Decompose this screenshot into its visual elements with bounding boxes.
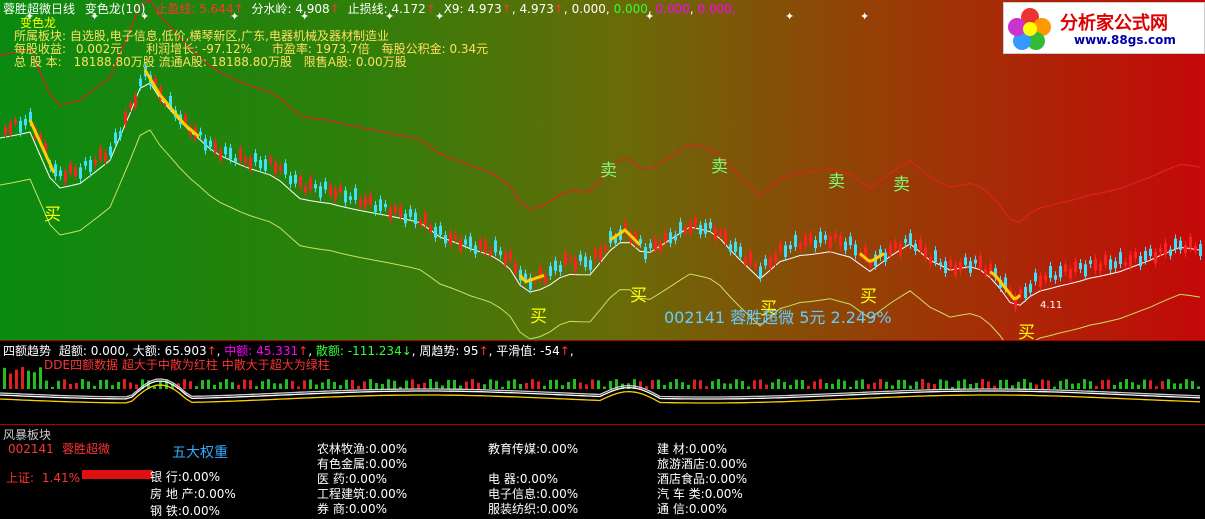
sector-name: 房 地 产: (150, 487, 198, 501)
index-info: 上证: 1.41% (6, 469, 80, 486)
site-logo: 分析家公式网 www.88gs.com (1003, 2, 1205, 54)
svg-text:✦: ✦ (785, 10, 794, 23)
sector-name: 电 器: (488, 472, 520, 486)
buy-signal: 买 (44, 205, 61, 225)
sector-item[interactable]: 银 行:0.00% (150, 468, 220, 485)
sector-name: 通 信: (657, 502, 689, 516)
sector-name: 工程建筑: (317, 487, 370, 501)
sector-name: 券 商: (317, 502, 349, 516)
fenshuiling-value: 4.908 (295, 2, 330, 16)
x9-label: X9: (443, 2, 464, 16)
main-chart-panel[interactable]: ✦ ✦ ✦ ✦ ✦ ✦ ✦ ✦ ✦ ✦ 蓉胜超微日线 变色龙(10) 止盈线: 5.644↑ 分水… (0, 0, 1205, 343)
svg-text:✦: ✦ (860, 10, 869, 23)
sell-signal: 卖 (600, 161, 617, 181)
sector-change: 0.00% (709, 457, 748, 471)
sector-change: 0.00% (540, 502, 579, 516)
index-label: 上证: (6, 471, 35, 485)
sector-name: 农林牧渔: (317, 442, 370, 456)
weight-heading: 五大权重 (172, 445, 228, 461)
indicator-name[interactable]: 变色龙(10) (85, 2, 146, 16)
sector-name: 服装纺织: (488, 502, 541, 516)
stock-name: 蓉胜超微 (62, 442, 111, 456)
total-shares-label: 总 股 本: (14, 55, 62, 69)
zqs-label: 周趋势: (419, 344, 460, 358)
sector-change: 0.00% (369, 457, 408, 471)
reserve-value: 0.34元 (449, 42, 489, 56)
chart-header: 蓉胜超微日线 变色龙(10) 止盈线: 5.644↑ 分水岭: 4.908↑ 止… (3, 2, 736, 16)
float-shares-value: 18188.80万股 (210, 55, 292, 69)
sector-name: 银 行: (150, 470, 182, 484)
header-value-4: 0.000 (655, 2, 690, 16)
header-value-2: 0.000 (571, 2, 606, 16)
low-price-label: 4.11 (1040, 300, 1063, 311)
zhiying-value: 5.644 (199, 2, 234, 16)
header-value-1: 4.973 (519, 2, 554, 16)
shares-info: 总 股 本: 18188.80万股 流通A股: 18188.80万股 限售A股:… (14, 53, 407, 70)
sector-change: 0.00% (688, 442, 727, 456)
fenshuiling-label: 分水岭: (251, 2, 292, 16)
sector-name: 汽 车 类: (657, 487, 705, 501)
zqs-value: 95 (463, 344, 479, 358)
sector-panel-title: 风暴板块 (3, 428, 52, 442)
restricted-shares-value: 0.00万股 (355, 55, 407, 69)
sector-item[interactable]: 钢 铁:0.00% (150, 502, 220, 519)
sector-change: 0.00% (369, 487, 408, 501)
dde-note: DDE四额数据 超大于中散为红柱 中散大于超大为绿柱 (44, 358, 330, 372)
sector-change: 0.00% (540, 442, 579, 456)
sell-signal: 卖 (711, 157, 728, 177)
zhisun-label: 止损线: (347, 2, 388, 16)
index-bar (82, 470, 152, 479)
logo-url[interactable]: www.88gs.com (1074, 33, 1176, 47)
stock-code: 002141 (8, 442, 54, 456)
zhisun-value: 4.172 (391, 2, 426, 16)
sector-item[interactable]: 教育传媒:0.00% (488, 440, 578, 457)
flower-logo-icon (1008, 8, 1051, 50)
sector-panel: 风暴板块 002141 蓉胜超微 上证: 1.41% 五大权重 银 行:0.00… (0, 425, 1205, 519)
sane-value: -111.234 (347, 344, 402, 358)
sector-name: 酒店食品: (657, 472, 710, 486)
sector-item[interactable]: 服装纺织:0.00% (488, 500, 578, 517)
indicator-panel[interactable]: 四额趋势 超额: 0.000, 大额: 65.903↑, 中额: 45.331↑… (0, 341, 1205, 425)
stock-banner: 002141 蓉胜超微 5元 2.249% (664, 308, 892, 327)
float-shares-label: 流通A股: (158, 55, 207, 69)
header-value-3: 0.000 (613, 2, 648, 16)
restricted-shares-label: 限售A股: (303, 55, 353, 69)
sector-item[interactable]: 通 信:0.00% (657, 500, 727, 517)
phz-label: 平滑值: (496, 344, 537, 358)
sector-change: 0.00% (181, 470, 220, 484)
sector-change: 0.00% (369, 442, 408, 456)
sector-change: 0.00% (688, 502, 727, 516)
header-value-5: 0.000, (697, 2, 736, 16)
sector-item[interactable]: 房 地 产:0.00% (150, 485, 236, 502)
sector-change: 0.00% (519, 472, 558, 486)
sector-name: 有色金属: (317, 457, 370, 471)
sector-name: 医 药: (317, 472, 349, 486)
sell-signal: 卖 (893, 175, 910, 195)
zhiying-label: 止盈线: (155, 2, 196, 16)
x9-value: 4.973 (467, 2, 502, 16)
phz-value: -54 (540, 344, 560, 358)
buy-signal: 买 (530, 307, 547, 327)
sector-item[interactable]: 券 商:0.00% (317, 500, 387, 517)
sector-change: 0.00% (709, 472, 748, 486)
sector-name: 建 材: (657, 442, 689, 456)
sell-signal: 卖 (828, 172, 845, 192)
sector-name: 教育传媒: (488, 442, 541, 456)
sector-change: 0.00% (540, 487, 579, 501)
sector-change: 0.00% (348, 502, 387, 516)
total-shares-value: 18188.80万股 (73, 55, 155, 69)
buy-signal: 买 (1018, 323, 1035, 343)
sector-name: 旅游酒店: (657, 457, 710, 471)
sector-name: 电子信息: (488, 487, 541, 501)
sector-change: 0.00% (197, 487, 236, 501)
sector-change: 0.00% (348, 472, 387, 486)
index-value: 1.41% (41, 471, 80, 485)
buy-signal: 买 (630, 286, 647, 306)
logo-text: 分析家公式网 (1060, 13, 1168, 34)
sector-change: 0.00% (704, 487, 743, 501)
